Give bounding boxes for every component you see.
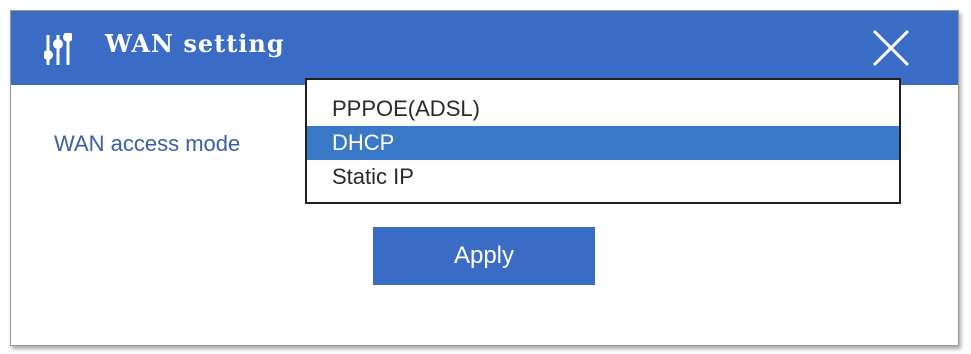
dialog-title: WAN setting <box>105 29 285 58</box>
option-static-ip[interactable]: Static IP <box>307 160 899 194</box>
wan-access-mode-label: WAN access mode <box>54 131 241 156</box>
option-pppoe[interactable]: PPPOE(ADSL) <box>307 92 899 126</box>
close-icon[interactable] <box>868 25 914 71</box>
wan-setting-dialog: WAN setting WAN access mode PPPOE(ADSL) … <box>10 10 959 346</box>
sliders-icon <box>44 33 72 65</box>
wan-access-mode-dropdown-list[interactable]: PPPOE(ADSL) DHCP Static IP <box>305 78 901 204</box>
apply-button[interactable]: Apply <box>373 227 595 285</box>
dialog-titlebar: WAN setting <box>11 11 958 85</box>
option-dhcp[interactable]: DHCP <box>307 126 899 160</box>
